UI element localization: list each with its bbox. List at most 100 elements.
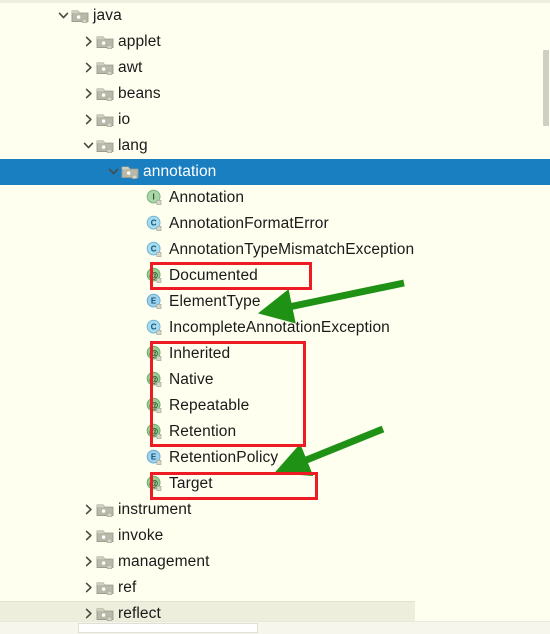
- tree-row-elementtype[interactable]: E ElementType: [0, 289, 550, 315]
- twisty-placeholder: [131, 185, 145, 211]
- chevron-right-icon[interactable]: [83, 504, 94, 515]
- chevron-right-icon[interactable]: [83, 530, 94, 541]
- package-icon: [95, 552, 115, 572]
- chevron-right-icon[interactable]: [81, 549, 95, 575]
- tree-row-label: applet: [118, 33, 161, 50]
- chevron-right-icon[interactable]: [83, 114, 94, 125]
- tree-row-retentionpolicy[interactable]: E RetentionPolicy: [0, 445, 550, 471]
- tree-row-label: Inherited: [169, 345, 231, 362]
- class-icon: C: [145, 240, 165, 260]
- tree-row-annotation[interactable]: I Annotation: [0, 185, 550, 211]
- vertical-scrollbar-thumb[interactable]: [543, 50, 549, 126]
- tree-row-native[interactable]: @ Native: [0, 367, 550, 393]
- tree-row-label: Repeatable: [169, 397, 250, 414]
- chevron-right-icon[interactable]: [81, 575, 95, 601]
- package-icon: [95, 32, 115, 52]
- tree-row-label: invoke: [118, 527, 164, 544]
- package-icon: [95, 136, 115, 156]
- package-explorer-panel: java applet awt beans io lang annotation I Annot…: [0, 0, 550, 634]
- chevron-right-icon[interactable]: [81, 55, 95, 81]
- twisty-placeholder: [131, 263, 145, 289]
- package-icon: [95, 578, 115, 598]
- tree-row-label: awt: [118, 59, 143, 76]
- package-icon: [95, 500, 115, 520]
- tree-row-repeatable[interactable]: @ Repeatable: [0, 393, 550, 419]
- tree-row-invoke[interactable]: invoke: [0, 523, 550, 549]
- package-icon: [70, 6, 90, 26]
- tree-row-label: ref: [118, 579, 137, 596]
- annotation-icon: @: [145, 422, 165, 442]
- package-icon: [95, 58, 115, 78]
- chevron-right-icon[interactable]: [83, 608, 94, 619]
- chevron-right-icon[interactable]: [81, 81, 95, 107]
- tree-row-label: AnnotationFormatError: [169, 215, 329, 232]
- twisty-placeholder: [131, 445, 145, 471]
- twisty-placeholder: [131, 367, 145, 393]
- tree-row-label: instrument: [118, 501, 192, 518]
- tree-row-java[interactable]: java: [0, 3, 550, 29]
- tree-row-label: Target: [169, 475, 213, 492]
- tree-row-instrument[interactable]: instrument: [0, 497, 550, 523]
- chevron-down-icon[interactable]: [83, 140, 94, 151]
- twisty-placeholder: [131, 419, 145, 445]
- package-icon: [95, 110, 115, 130]
- tree-row-documented[interactable]: @ Documented: [0, 263, 550, 289]
- horizontal-scrollbar-track[interactable]: [0, 621, 550, 634]
- package-icon: [95, 84, 115, 104]
- annotation-icon: @: [145, 266, 165, 286]
- package-icon: [95, 526, 115, 546]
- tree-row-inherited[interactable]: @ Inherited: [0, 341, 550, 367]
- twisty-placeholder: [131, 315, 145, 341]
- chevron-right-icon[interactable]: [81, 497, 95, 523]
- chevron-right-icon[interactable]: [81, 29, 95, 55]
- tree-row-management[interactable]: management: [0, 549, 550, 575]
- tree-row-label: io: [118, 111, 131, 128]
- tree-row-label: Annotation: [169, 189, 245, 206]
- annotation-icon: @: [145, 474, 165, 494]
- twisty-placeholder: [131, 237, 145, 263]
- chevron-down-icon[interactable]: [56, 3, 70, 29]
- vertical-scrollbar-track[interactable]: [543, 0, 550, 634]
- tree-row-annotation[interactable]: annotation: [0, 159, 550, 185]
- tree-row-target[interactable]: @ Target: [0, 471, 550, 497]
- tree-row-label: AnnotationTypeMismatchException: [169, 241, 415, 258]
- tree-row-retention[interactable]: @ Retention: [0, 419, 550, 445]
- svg-text:E: E: [151, 452, 157, 461]
- chevron-right-icon[interactable]: [81, 523, 95, 549]
- java-package-tree[interactable]: java applet awt beans io lang annotation I Annot…: [0, 3, 550, 627]
- tree-row-label: annotation: [143, 163, 217, 180]
- chevron-right-icon[interactable]: [83, 582, 94, 593]
- chevron-right-icon[interactable]: [83, 62, 94, 73]
- chevron-down-icon[interactable]: [81, 133, 95, 159]
- twisty-placeholder: [131, 393, 145, 419]
- tree-row-annotationformaterror[interactable]: C AnnotationFormatError: [0, 211, 550, 237]
- chevron-right-icon[interactable]: [83, 556, 94, 567]
- chevron-down-icon[interactable]: [106, 159, 120, 185]
- package-icon: [120, 162, 140, 182]
- tree-row-io[interactable]: io: [0, 107, 550, 133]
- tree-row-label: lang: [118, 137, 148, 154]
- tree-row-applet[interactable]: applet: [0, 29, 550, 55]
- annotation-icon: @: [145, 396, 165, 416]
- tree-row-lang[interactable]: lang: [0, 133, 550, 159]
- tree-row-ref[interactable]: ref: [0, 575, 550, 601]
- chevron-right-icon[interactable]: [83, 88, 94, 99]
- chevron-right-icon[interactable]: [83, 36, 94, 47]
- tree-row-label: beans: [118, 85, 161, 102]
- tree-row-incompleteannotationexception[interactable]: C IncompleteAnnotationException: [0, 315, 550, 341]
- annotation-icon: @: [145, 344, 165, 364]
- tree-row-awt[interactable]: awt: [0, 55, 550, 81]
- twisty-placeholder: [131, 471, 145, 497]
- tree-row-annotationtypemismatchexception[interactable]: C AnnotationTypeMismatchException: [0, 237, 550, 263]
- svg-text:I: I: [152, 192, 154, 201]
- horizontal-scrollbar-thumb[interactable]: [78, 623, 258, 633]
- tree-row-label: RetentionPolicy: [169, 449, 279, 466]
- tree-row-label: Documented: [169, 267, 258, 284]
- svg-text:C: C: [151, 322, 157, 331]
- chevron-down-icon[interactable]: [108, 166, 119, 177]
- tree-row-label: management: [118, 553, 210, 570]
- chevron-right-icon[interactable]: [81, 107, 95, 133]
- twisty-placeholder: [131, 211, 145, 237]
- chevron-down-icon[interactable]: [58, 10, 69, 21]
- tree-row-beans[interactable]: beans: [0, 81, 550, 107]
